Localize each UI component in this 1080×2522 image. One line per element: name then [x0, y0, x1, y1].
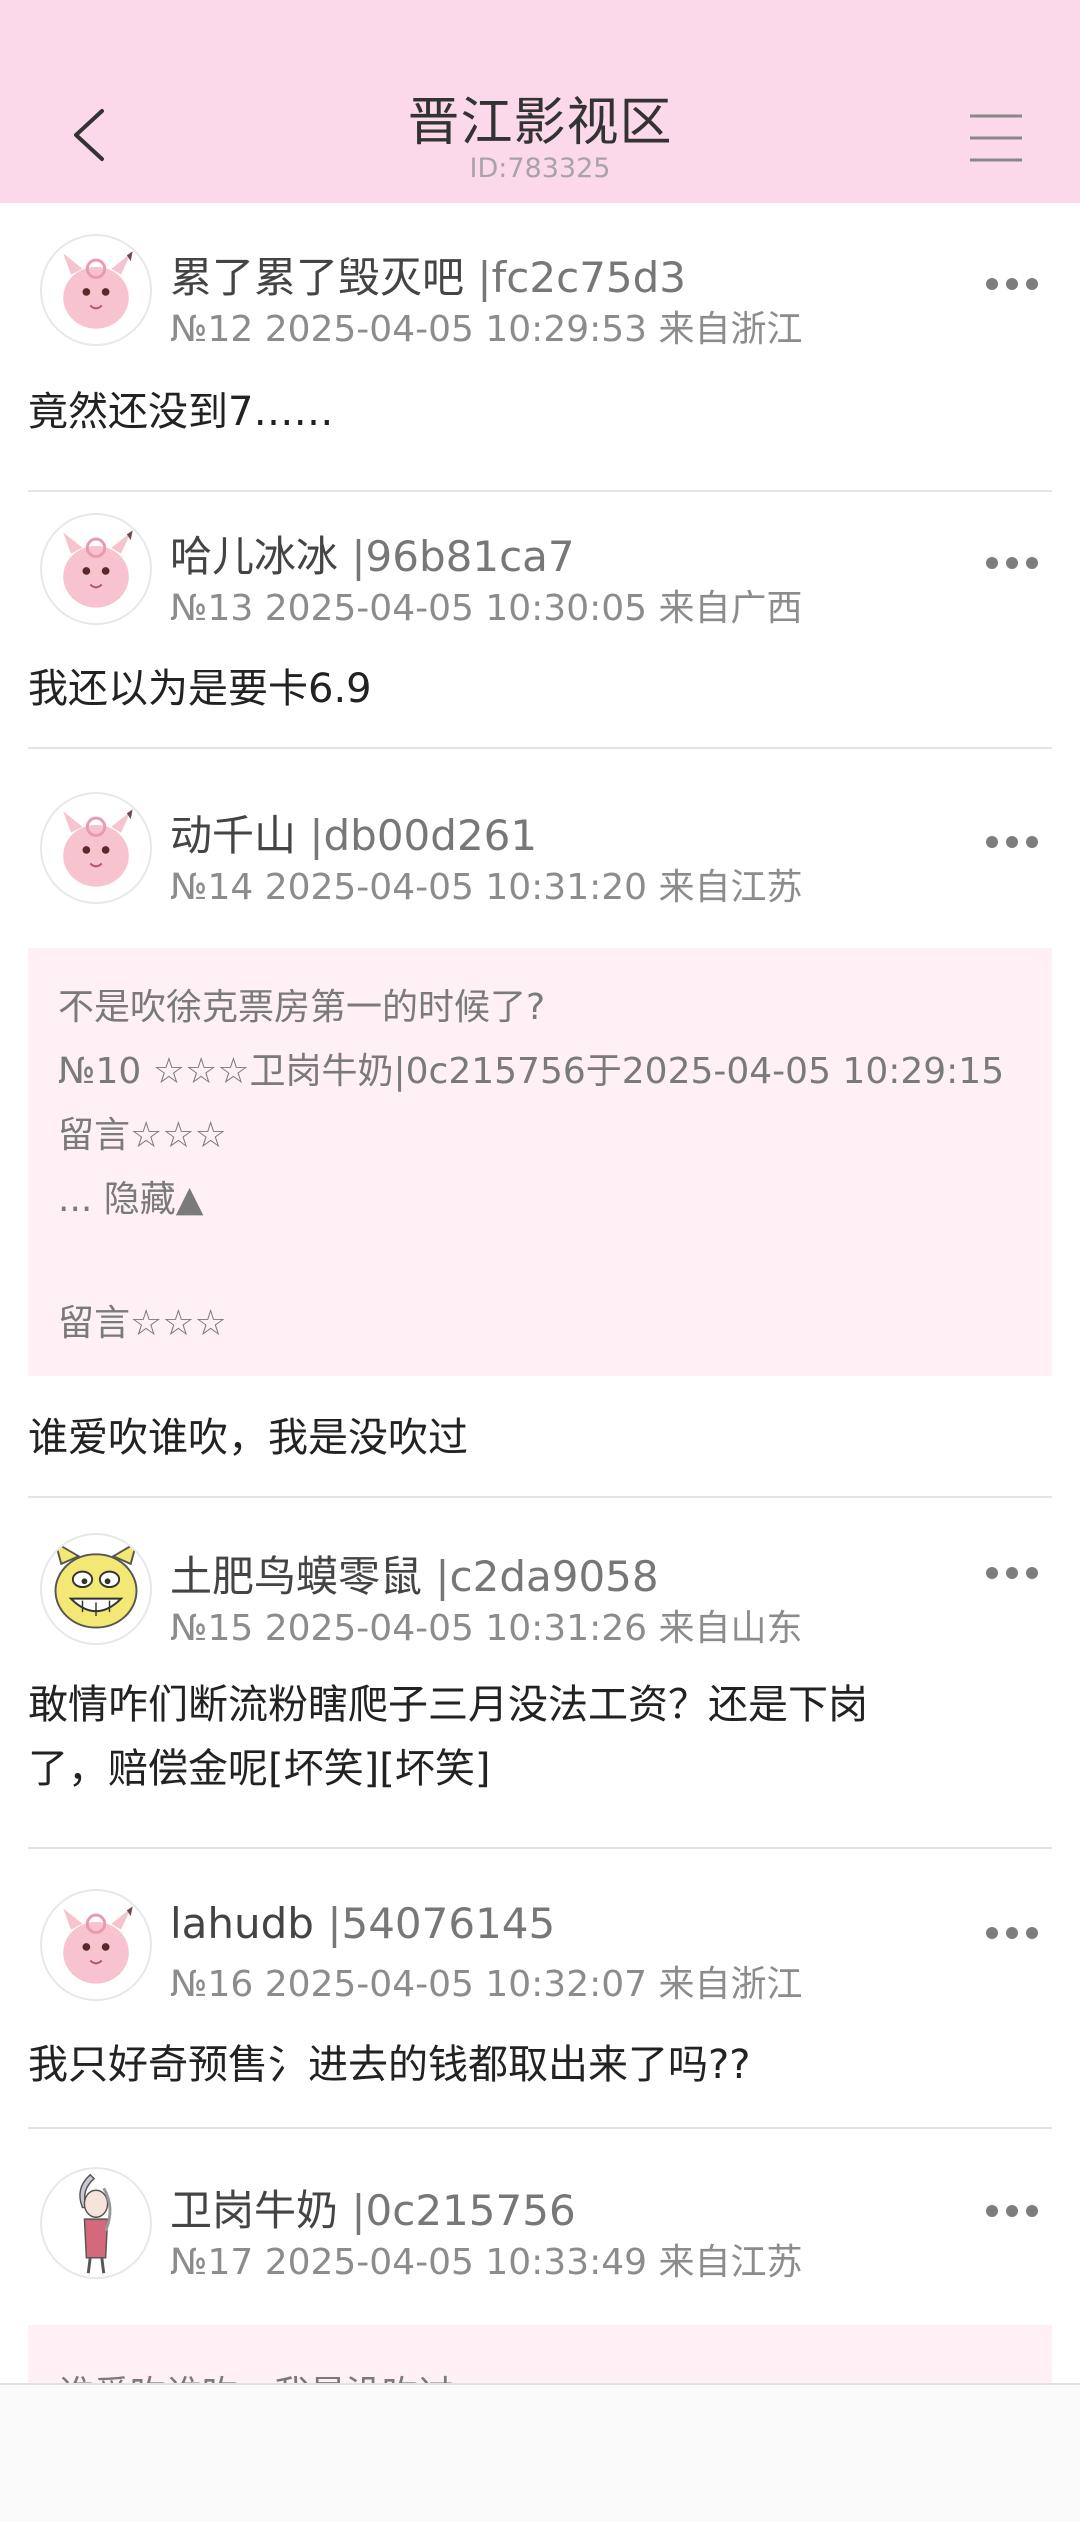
post-user-id: |db00d261 [296, 811, 538, 860]
pink-clefairy-avatar[interactable] [40, 513, 152, 625]
post-username[interactable]: 土肥鸟蟆零鼠 |c2da9058 [170, 1543, 659, 1604]
post-content-line: 敢情咋们断流粉瞎爬子三月没法工资？还是下岗 [28, 1682, 868, 1728]
more-dots-icon[interactable] [986, 1563, 1038, 1583]
post-content: 谁爱吹谁吹，我是没吹过 [28, 1415, 468, 1461]
post-meta: №15 2025-04-05 10:31:26 来自山东 [170, 1608, 803, 1649]
post-username[interactable]: 卫岗牛奶 |0c215756 [170, 2177, 576, 2238]
divider [28, 1847, 1052, 1849]
quote-label: 留言☆☆☆ [58, 1303, 227, 1344]
post-content: 我只好奇预售氵进去的钱都取出来了吗?? [28, 2042, 751, 2088]
anime-character-avatar[interactable] [40, 2167, 152, 2279]
post-user-id: |96b81ca7 [338, 532, 575, 581]
post-item: 哈儿冰冰 |96b81ca7 №13 2025-04-05 10:30:05 来… [28, 507, 1052, 777]
quoted-reply-box[interactable]: 不是吹徐克票房第一的时候了? №10 ☆☆☆卫岗牛奶|0c215756于2025… [28, 948, 1052, 1376]
post-username[interactable]: 哈儿冰冰 |96b81ca7 [170, 523, 575, 584]
divider [28, 747, 1052, 749]
quoted-reply-box[interactable]: 谁爱吹谁吹，我是没吹过 [28, 2325, 1052, 2383]
post-meta: №17 2025-04-05 10:33:49 来自江苏 [170, 2242, 803, 2283]
more-dots-icon[interactable] [986, 832, 1038, 852]
page-subtitle-id: ID:783325 [469, 153, 611, 184]
pink-clefairy-avatar[interactable] [40, 234, 152, 346]
quote-label: 留言☆☆☆ [58, 1115, 227, 1156]
post-feed[interactable]: 累了累了毁灭吧 |fc2c75d3 №12 2025-04-05 10:29:5… [0, 203, 1080, 2383]
post-user-id: |0c215756 [338, 2186, 576, 2235]
post-username[interactable]: 累了累了毁灭吧 |fc2c75d3 [170, 244, 686, 305]
post-user-id: |fc2c75d3 [464, 253, 687, 302]
post-content: 竟然还没到7…… [28, 389, 334, 435]
post-username[interactable]: 动千山 |db00d261 [170, 802, 537, 863]
quote-source: №10 ☆☆☆卫岗牛奶|0c215756于2025-04-05 10:29:15 [58, 1051, 1005, 1092]
more-dots-icon[interactable] [986, 2201, 1038, 2221]
post-user-id: |54076145 [313, 1899, 556, 1948]
post-meta: №14 2025-04-05 10:31:20 来自江苏 [170, 867, 803, 908]
hamburger-menu-icon[interactable] [966, 112, 1026, 164]
post-content: 我还以为是要卡6.9 [28, 666, 372, 712]
top-header: 晋江影视区 ID:783325 [0, 0, 1080, 203]
post-item: lahudb |54076145 №16 2025-04-05 10:32:07… [28, 1883, 1052, 2173]
post-content: 敢情咋们断流粉瞎爬子三月没法工资？还是下岗 了，赔偿金呢[坏笑][坏笑] [28, 1673, 1028, 1801]
quote-text: 谁爱吹谁吹，我是没吹过 [58, 2365, 454, 2383]
more-dots-icon[interactable] [986, 553, 1038, 573]
pink-clefairy-avatar[interactable] [40, 792, 152, 904]
divider [28, 1496, 1052, 1498]
more-dots-icon[interactable] [986, 1923, 1038, 1943]
post-meta: №13 2025-04-05 10:30:05 来自广西 [170, 588, 803, 629]
pink-clefairy-avatar[interactable] [40, 1889, 152, 2001]
quote-text: 不是吹徐克票房第一的时候了? [58, 987, 546, 1028]
bottom-bar [0, 2383, 1080, 2522]
post-username[interactable]: lahudb |54076145 [170, 1899, 555, 1948]
post-user-id: |c2da9058 [422, 1552, 659, 1601]
post-meta: №16 2025-04-05 10:32:07 来自浙江 [170, 1964, 803, 2005]
post-item: 动千山 |db00d261 №14 2025-04-05 10:31:20 来自… [28, 786, 1052, 1506]
yellow-cat-face-avatar[interactable] [40, 1533, 152, 1645]
more-dots-icon[interactable] [986, 274, 1038, 294]
page-title: 晋江影视区 [407, 93, 673, 153]
divider [28, 2127, 1052, 2129]
divider [28, 490, 1052, 492]
collapse-toggle[interactable]: ... 隐藏▲ [58, 1170, 203, 1222]
post-meta: №12 2025-04-05 10:29:53 来自浙江 [170, 309, 803, 350]
post-content-line: 了，赔偿金呢[坏笑][坏笑] [28, 1746, 491, 1792]
